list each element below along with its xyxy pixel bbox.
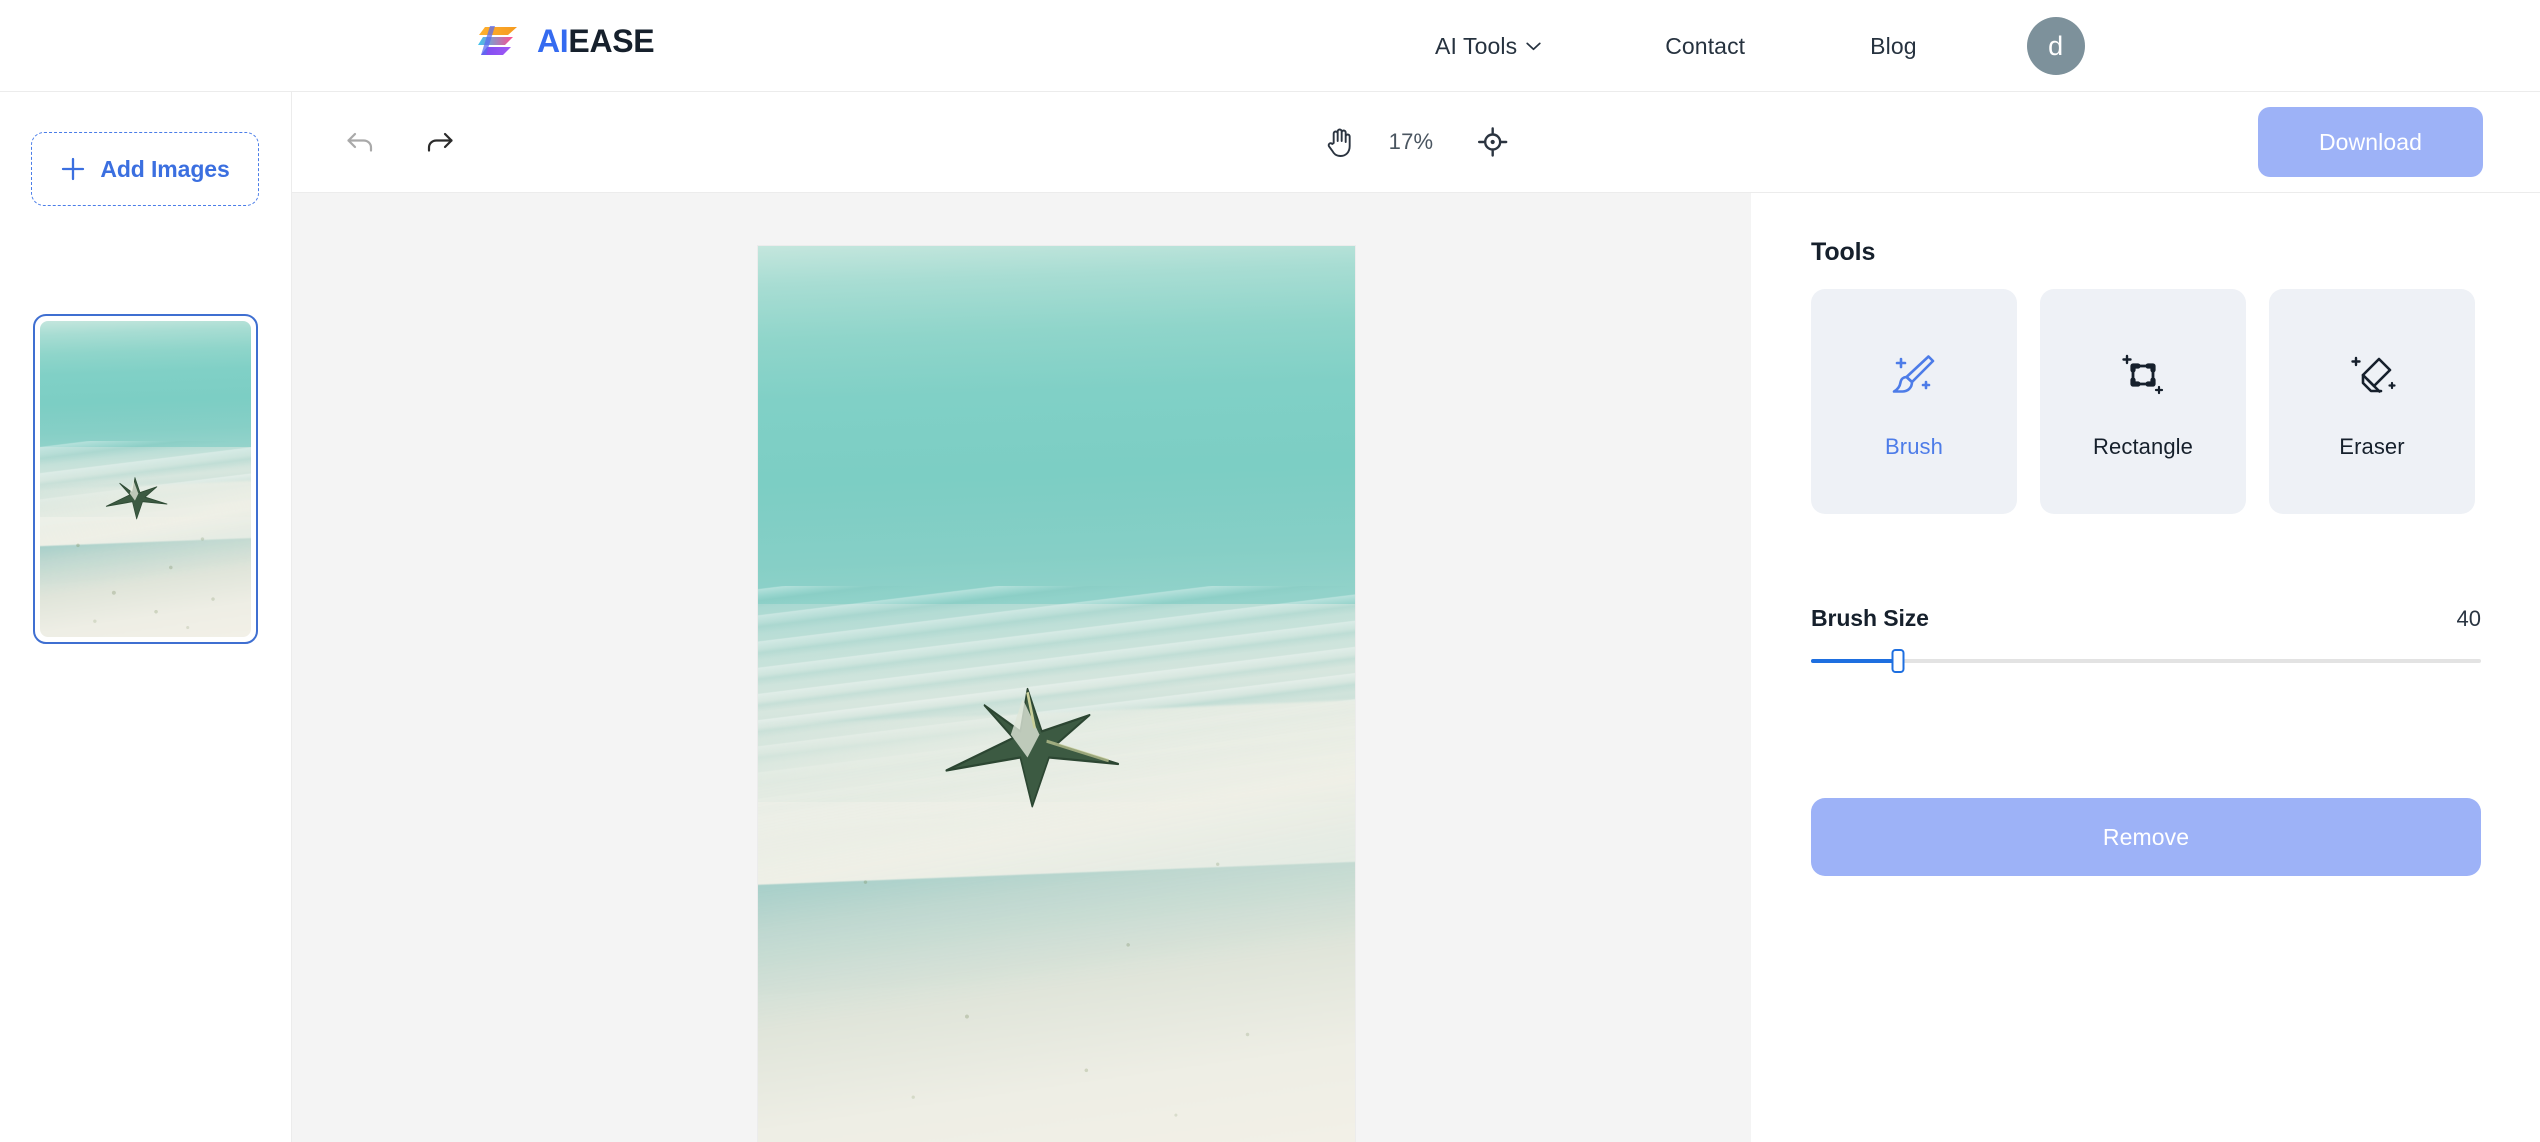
remove-button[interactable]: Remove (1811, 798, 2481, 876)
tool-card-rectangle-label: Rectangle (2093, 433, 2193, 459)
undo-arrow-icon (347, 132, 373, 152)
zoom-level-value[interactable]: 17% (1389, 129, 1434, 155)
plus-icon (62, 157, 85, 181)
brand-name-ease: EASE (568, 23, 655, 59)
zoom-controls: 17% (1319, 121, 1514, 163)
tool-card-brush-label: Brush (1885, 433, 1943, 459)
magic-eraser-icon (2341, 344, 2403, 406)
redo-arrow-icon (427, 132, 453, 152)
left-sidebar: Add Images (0, 92, 292, 1142)
brand-name: AIEASE (537, 23, 655, 59)
nav-item-ai-tools-label: AI Tools (1435, 32, 1518, 59)
nav-links: AI Tools Contact Blog d (1435, 0, 2085, 92)
aiease-logo-icon (478, 26, 517, 55)
add-images-button[interactable]: Add Images (31, 132, 259, 206)
starfish-shape (86, 473, 187, 524)
brush-size-value: 40 (2456, 606, 2481, 631)
slider-thumb[interactable] (1891, 649, 1905, 673)
pan-tool-button[interactable] (1319, 121, 1361, 163)
editor-toolbar: 17% Download (292, 92, 2540, 193)
avatar[interactable]: d (2026, 17, 2085, 75)
canvas-area[interactable] (292, 193, 1751, 1142)
image-thumbnail-preview (40, 321, 251, 637)
download-button[interactable]: Download (2258, 107, 2483, 177)
redo-button[interactable] (418, 120, 462, 164)
tool-card-brush[interactable]: Brush (1811, 289, 2017, 514)
nav-item-contact[interactable]: Contact (1665, 33, 1745, 60)
tool-card-rectangle[interactable]: Rectangle (2040, 289, 2246, 514)
fit-to-screen-button[interactable] (1471, 121, 1513, 163)
brand-logo[interactable]: AIEASE (477, 21, 655, 61)
magic-rectangle-icon (2112, 344, 2174, 406)
brush-size-label: Brush Size (1811, 605, 1929, 631)
tool-card-eraser-label: Eraser (2339, 433, 2405, 459)
chevron-down-icon (1526, 42, 1541, 50)
avatar-initial: d (2048, 30, 2064, 61)
nav-item-ai-tools[interactable]: AI Tools (1435, 33, 1541, 60)
slider-fill (1811, 659, 1899, 663)
image-thumbnail-item[interactable] (33, 314, 258, 644)
undo-button[interactable] (338, 120, 382, 164)
tool-card-group: Brush Rectangle Eraser (1811, 289, 2475, 514)
crosshair-target-icon (1477, 127, 1508, 157)
add-images-label: Add Images (100, 155, 230, 182)
brush-size-slider[interactable] (1811, 648, 2481, 674)
magic-brush-icon (1883, 344, 1945, 406)
nav-item-blog-label: Blog (1870, 32, 1917, 59)
brush-size-row: Brush Size 40 (1811, 605, 2481, 632)
hand-pan-icon (1327, 128, 1351, 157)
nav-item-blog[interactable]: Blog (1870, 33, 1916, 60)
tool-card-eraser[interactable]: Eraser (2269, 289, 2475, 514)
starfish-shape (889, 676, 1176, 819)
top-navigation-bar: AIEASE AI Tools Contact Blog d (0, 0, 2540, 92)
tools-panel-title: Tools (1811, 238, 1876, 266)
canvas-image[interactable] (758, 246, 1355, 1142)
tools-panel: Tools Brush Rectangle Eraser Brush Size … (1751, 193, 2540, 1142)
brand-name-ai: AI (537, 23, 569, 59)
slider-track (1811, 659, 2481, 663)
nav-item-contact-label: Contact (1665, 32, 1746, 59)
